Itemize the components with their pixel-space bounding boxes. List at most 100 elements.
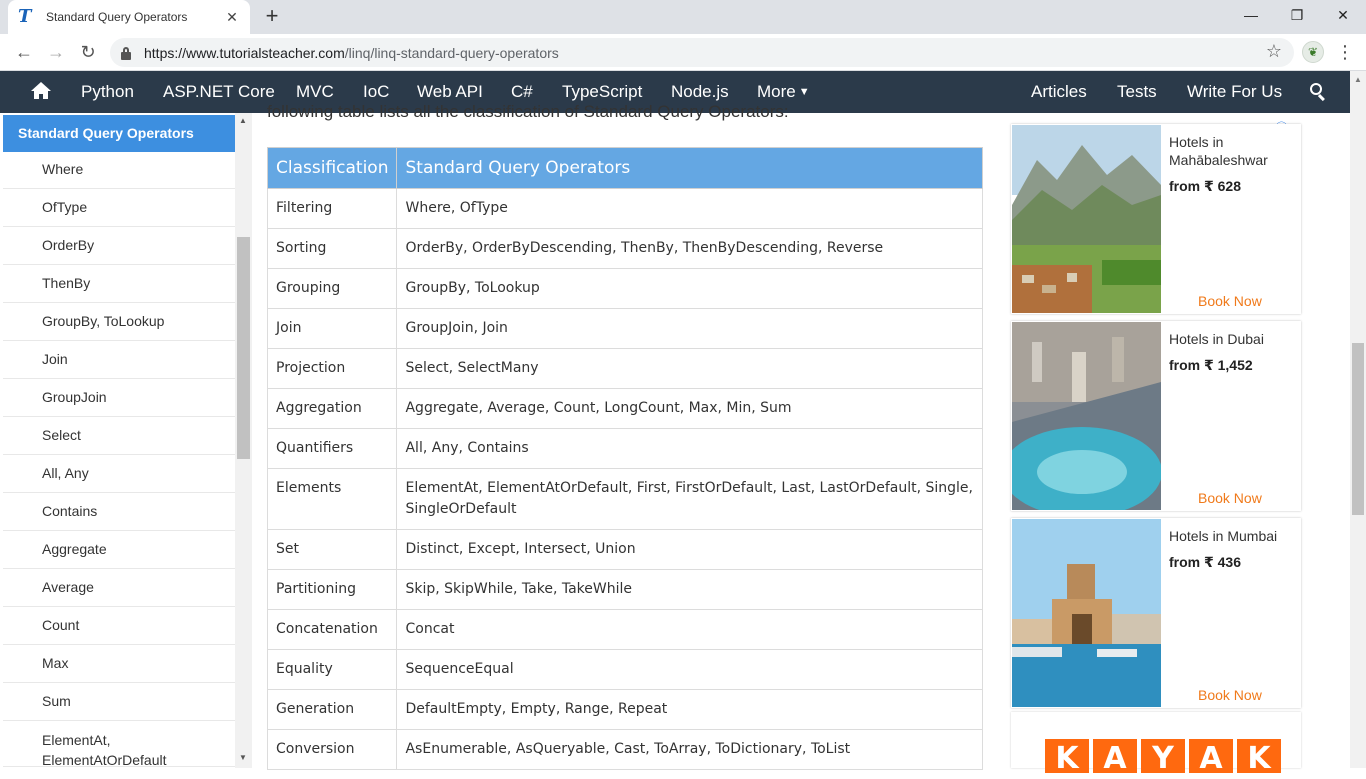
ad-image-mountains[interactable]	[1012, 125, 1161, 313]
sidebar-item-orderby[interactable]: OrderBy	[3, 227, 235, 265]
table-row: Join GroupJoin, Join	[266, 308, 983, 349]
plus-icon[interactable]: +	[262, 5, 282, 27]
table-header-operators: Standard Query Operators	[396, 147, 983, 189]
sidebar-item-average[interactable]: Average	[3, 569, 235, 607]
sidebar-scrollbar[interactable]: ▲ ▼	[235, 113, 252, 768]
operators-table: Classification Standard Query Operators …	[266, 147, 983, 770]
table-row: Elements ElementAt, ElementAtOrDefault, F…	[266, 468, 983, 530]
sidebar-item-elementat-line1: ElementAt,	[42, 732, 111, 748]
address-bar[interactable]: https://www.tutorialsteacher.com/linq/li…	[110, 38, 1294, 67]
sidebar-item-aggregate[interactable]: Aggregate	[3, 531, 235, 569]
operators-cell: Select, SelectMany	[396, 348, 983, 389]
classification-cell: Partitioning	[266, 569, 398, 610]
table-row: Partitioning Skip, SkipWhile, Take, TakeW…	[266, 569, 983, 610]
ad-hotel-price: from ₹ 436	[1169, 554, 1241, 570]
operators-cell: GroupBy, ToLookup	[396, 268, 983, 309]
forward-arrow-icon[interactable]: →	[44, 40, 68, 64]
restore-button[interactable]: ❐	[1274, 0, 1320, 30]
book-now-link[interactable]: Book Now	[1198, 490, 1262, 506]
page-scrollbar-thumb[interactable]	[1352, 343, 1364, 515]
operators-cell: Where, OfType	[396, 188, 983, 229]
home-icon[interactable]	[31, 82, 51, 102]
nav-more-label: More	[757, 82, 796, 101]
nav-write-for-us[interactable]: Write For Us	[1187, 71, 1282, 113]
classification-cell: Join	[266, 308, 398, 349]
window-close-button[interactable]: ✕	[1320, 0, 1366, 30]
classification-cell: Concatenation	[266, 609, 398, 650]
ad-image-gateway[interactable]	[1012, 519, 1161, 707]
nav-aspnet-core[interactable]: ASP.NET Core	[163, 71, 275, 113]
sidebar-item-where[interactable]: Where	[3, 151, 235, 189]
sidebar-item-join[interactable]: Join	[3, 341, 235, 379]
sidebar-scroll-down-icon[interactable]: ▼	[239, 753, 247, 762]
classification-cell: Elements	[266, 468, 398, 530]
sidebar-item-count[interactable]: Count	[3, 607, 235, 645]
browser-tab[interactable]: T Standard Query Operators ✕	[8, 0, 250, 34]
classification-cell: Projection	[266, 348, 398, 389]
sidebar-header[interactable]: Standard Query Operators	[3, 115, 235, 152]
classification-cell: Generation	[266, 689, 398, 730]
sidebar-item-thenby[interactable]: ThenBy	[3, 265, 235, 303]
table-row: Set Distinct, Except, Intersect, Union	[266, 529, 983, 570]
operators-cell: AsEnumerable, AsQueryable, Cast, ToArray…	[396, 729, 983, 770]
ad-hotel-name[interactable]: Hotels in Mumbai	[1169, 527, 1297, 545]
book-now-link[interactable]: Book Now	[1198, 293, 1262, 309]
scroll-up-icon[interactable]: ▲	[1354, 75, 1362, 84]
sidebar-item-elementat[interactable]: ElementAt, ElementAtOrDefault	[3, 721, 235, 768]
table-row: Projection Select, SelectMany	[266, 348, 983, 389]
lock-icon	[120, 46, 132, 60]
classification-cell: Set	[266, 529, 398, 570]
operators-cell: Aggregate, Average, Count, LongCount, Ma…	[396, 388, 983, 429]
search-icon[interactable]	[1310, 83, 1328, 102]
close-icon[interactable]: ✕	[224, 9, 240, 25]
sidebar-scrollbar-thumb[interactable]	[237, 237, 250, 459]
sidebar-item-contains[interactable]: Contains	[3, 493, 235, 531]
sidebar-item-groupjoin[interactable]: GroupJoin	[3, 379, 235, 417]
back-arrow-icon[interactable]: ←	[12, 40, 36, 64]
intro-text-content: following table lists all the classifica…	[267, 103, 789, 121]
sidebar-item-select[interactable]: Select	[3, 417, 235, 455]
table-row: Conversion AsEnumerable, AsQueryable, Cas…	[266, 729, 983, 770]
operators-cell: Concat	[396, 609, 983, 650]
operators-cell: ElementAt, ElementAtOrDefault, First, Fi…	[396, 468, 983, 530]
operators-cell: GroupJoin, Join	[396, 308, 983, 349]
classification-cell: Aggregation	[266, 388, 398, 429]
ad-hotel-name[interactable]: Hotels in Dubai	[1169, 330, 1297, 348]
table-row: Equality SequenceEqual	[266, 649, 983, 690]
kayak-ad[interactable]: K A Y A K	[1011, 712, 1301, 776]
table-row: Quantifiers All, Any, Contains	[266, 428, 983, 469]
minimize-button[interactable]: —	[1228, 0, 1274, 30]
extension-icon[interactable]: ❦	[1302, 41, 1324, 63]
menu-dots-icon[interactable]: ⋮	[1336, 40, 1354, 64]
sidebar-item-groupby[interactable]: GroupBy, ToLookup	[3, 303, 235, 341]
sidebar-item-all-any[interactable]: All, Any	[3, 455, 235, 493]
nav-python[interactable]: Python	[81, 71, 134, 113]
nav-tests[interactable]: Tests	[1117, 71, 1157, 113]
page-scrollbar[interactable]: ▲	[1350, 71, 1366, 768]
reload-icon[interactable]: ↻	[76, 40, 100, 64]
sidebar-item-max[interactable]: Max	[3, 645, 235, 683]
tab-strip: T Standard Query Operators ✕ + — ❐ ✕	[0, 0, 1366, 34]
table-row: Aggregation Aggregate, Average, Count, Lo…	[266, 388, 983, 429]
table-row: Generation DefaultEmpty, Empty, Range, Re…	[266, 689, 983, 730]
table-row: Filtering Where, OfType	[266, 188, 983, 229]
operators-cell: Skip, SkipWhile, Take, TakeWhile	[396, 569, 983, 610]
star-icon[interactable]: ☆	[1266, 41, 1282, 62]
ad-hotel-price: from ₹ 1,452	[1169, 357, 1253, 373]
ad-image-city[interactable]	[1012, 322, 1161, 510]
nav-articles[interactable]: Articles	[1031, 71, 1087, 113]
sidebar-item-sum[interactable]: Sum	[3, 683, 235, 721]
ad-card-mahabaleshwar[interactable]: Hotels in Mahābaleshwar from ₹ 628 Book …	[1011, 124, 1301, 314]
intro-text: following table lists all the classifica…	[267, 103, 987, 125]
sidebar: Standard Query Operators Where OfType Or…	[0, 113, 252, 768]
caret-down-icon: ▼	[798, 86, 810, 98]
ad-hotel-name[interactable]: Hotels in Mahābaleshwar	[1169, 133, 1297, 169]
table-row: Sorting OrderBy, OrderByDescending, ThenB…	[266, 228, 983, 269]
sidebar-item-oftype[interactable]: OfType	[3, 189, 235, 227]
book-now-link[interactable]: Book Now	[1198, 687, 1262, 703]
ad-card-dubai[interactable]: Hotels in Dubai from ₹ 1,452 Book Now	[1011, 321, 1301, 511]
ad-card-mumbai[interactable]: Hotels in Mumbai from ₹ 436 Book Now	[1011, 518, 1301, 708]
classification-cell: Quantifiers	[266, 428, 398, 469]
sidebar-scroll-up-icon[interactable]: ▲	[239, 116, 247, 125]
table-row: Grouping GroupBy, ToLookup	[266, 268, 983, 309]
